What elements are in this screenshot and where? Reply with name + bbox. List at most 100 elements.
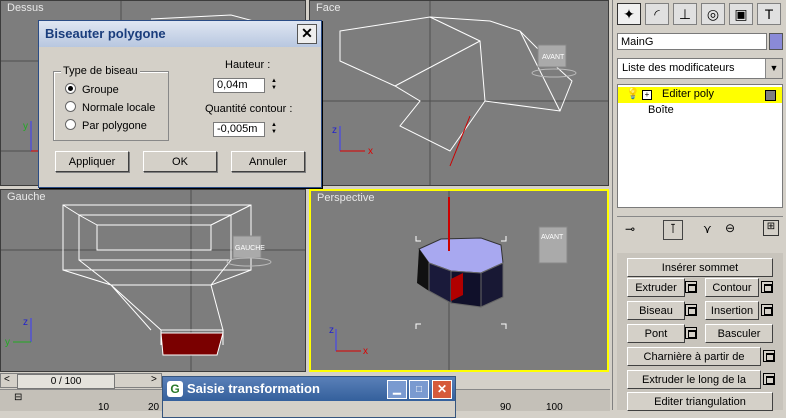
extrude-along-spline-button[interactable]: Extruder le long de la spline [627, 370, 761, 404]
height-label: Hauteur : [225, 59, 271, 71]
bridge-settings-icon[interactable] [685, 327, 697, 339]
time-next-icon[interactable]: > [151, 374, 157, 385]
outline-button[interactable]: Contour [705, 278, 759, 297]
lightbulb-icon[interactable]: 💡 [626, 87, 640, 100]
hinge-settings-icon[interactable] [763, 350, 775, 362]
outline-settings-icon[interactable] [761, 281, 773, 293]
modifier-list-dropdown[interactable]: Liste des modificateurs ▼ [617, 58, 783, 79]
transform-dialog-titlebar[interactable]: G Saisie transformation ▁ □ ✕ [163, 377, 455, 401]
viewport-perspective[interactable]: AVANT z x Perspective [309, 189, 609, 372]
time-prev-icon[interactable]: < [4, 374, 10, 385]
stack-item-boite[interactable]: Boîte [648, 104, 674, 116]
maximize-button[interactable]: □ [409, 380, 429, 399]
hinge-from-edge-button[interactable]: Charnière à partir de l'arête [627, 347, 761, 381]
motion-tab[interactable]: ◎ [701, 3, 725, 25]
configure-icon[interactable]: ⊞ [763, 220, 779, 236]
bridge-button[interactable]: Pont [627, 324, 685, 343]
svg-text:z: z [329, 325, 334, 336]
utilities-tab[interactable]: T [757, 3, 781, 25]
close-icon: ✕ [301, 25, 313, 41]
flip-button[interactable]: Basculer [705, 324, 773, 343]
radio-by-polygon-label: Par polygone [82, 120, 147, 132]
viewport-front[interactable]: AVANT z x Face [309, 0, 609, 186]
viewport-front-canvas: AVANT z x [310, 1, 608, 185]
hierarchy-icon: ⊥ [678, 6, 692, 22]
utilities-icon: T [764, 6, 774, 22]
radio-dot-icon [65, 83, 76, 94]
viewport-label-front: Face [316, 2, 341, 14]
stack-item-editer-poly[interactable]: 💡 + Editer poly [618, 87, 782, 103]
modify-icon: ◜ [654, 6, 660, 22]
modify-tab[interactable]: ◜ [645, 3, 669, 25]
viewcube-left-label: GAUCHE [235, 245, 265, 252]
inset-button[interactable]: Insertion [705, 301, 759, 320]
extrude-spline-settings-icon[interactable] [763, 373, 775, 385]
svg-text:x: x [368, 146, 373, 157]
viewport-label-left: Gauche [7, 191, 46, 203]
frame-counter[interactable]: 0 / 100 [17, 374, 115, 389]
stack-toolbar: ⊸ ⊺ ⋎ ⊖ ⊞ [617, 216, 783, 243]
close-button[interactable]: ✕ [297, 24, 317, 44]
modifier-stack: 💡 + Editer poly Boîte [617, 84, 783, 208]
viewport-left[interactable]: GAUCHE z y Gauche [0, 189, 306, 372]
hierarchy-tab[interactable]: ⊥ [673, 3, 697, 25]
svg-text:z: z [23, 317, 28, 328]
close-icon: ✕ [436, 382, 448, 396]
minimize-icon: ▁ [393, 384, 401, 395]
outline-input[interactable]: -0,005m [213, 122, 265, 137]
ok-button[interactable]: OK [143, 151, 217, 172]
edit-triangulation-button[interactable]: Editer triangulation [627, 392, 773, 411]
bevel-polygon-dialog: Biseauter polygone ✕ Type de biseau Grou… [38, 20, 322, 188]
apply-button[interactable]: Appliquer [55, 151, 129, 172]
create-tab[interactable]: ✦ [617, 3, 641, 25]
bevel-type-group-label: Type de biseau [61, 65, 140, 77]
display-tab[interactable]: ▣ [729, 3, 753, 25]
radio-group[interactable]: Groupe [65, 83, 119, 96]
viewport-perspective-canvas: AVANT z x [329, 191, 568, 370]
cancel-button[interactable]: Annuler [231, 151, 305, 172]
transform-typein-dialog: G Saisie transformation ▁ □ ✕ [162, 376, 456, 418]
create-icon: ✦ [623, 6, 635, 22]
tick-100: 100 [546, 402, 563, 413]
radio-local-normal-label: Normale locale [82, 102, 156, 114]
outline-spinner[interactable]: ▲ ▼ [269, 122, 279, 137]
app-icon: G [167, 381, 183, 397]
stack-item-label: Editer poly [662, 88, 714, 100]
make-unique-icon[interactable]: ⋎ [703, 222, 712, 236]
extrude-button[interactable]: Extruder [627, 278, 685, 297]
height-spinner[interactable]: ▲ ▼ [269, 78, 279, 93]
svg-text:x: x [363, 346, 368, 357]
viewcube-front-label: AVANT [542, 54, 565, 61]
expand-icon[interactable]: + [642, 90, 652, 100]
height-input[interactable]: 0,04m [213, 78, 265, 93]
radio-local-normal[interactable]: Normale locale [65, 101, 155, 114]
stack-toggle-icon[interactable] [765, 90, 776, 101]
show-end-result-icon[interactable]: ⊺ [663, 220, 683, 240]
viewport-left-canvas: GAUCHE z y [1, 190, 305, 371]
svg-text:y: y [5, 337, 10, 348]
bevel-button[interactable]: Biseau [627, 301, 685, 320]
chevron-down-icon[interactable]: ▼ [765, 59, 782, 78]
radio-by-polygon[interactable]: Par polygone [65, 119, 147, 132]
display-icon: ▣ [734, 6, 748, 22]
outline-label: Quantité contour : [205, 103, 293, 115]
timeline-config-icon[interactable]: ⊟ [14, 392, 22, 403]
insert-vertex-button[interactable]: Insérer sommet [627, 258, 773, 277]
bevel-settings-icon[interactable] [685, 304, 697, 316]
tick-10: 10 [98, 402, 110, 413]
time-slider[interactable]: < 0 / 100 > [0, 373, 162, 389]
viewport-label-perspective: Perspective [317, 192, 375, 204]
pin-icon[interactable]: ⊸ [625, 222, 635, 236]
object-color-swatch[interactable] [769, 33, 783, 50]
transform-dialog-title: Saisie transformation [187, 381, 320, 396]
tick-90: 90 [500, 402, 512, 413]
object-name-field[interactable]: MainG [617, 33, 767, 50]
bevel-dialog-titlebar[interactable]: Biseauter polygone ✕ [39, 21, 321, 47]
inset-settings-icon[interactable] [761, 304, 773, 316]
extrude-settings-icon[interactable] [685, 281, 697, 293]
remove-modifier-icon[interactable]: ⊖ [725, 221, 735, 235]
modifier-list-label: Liste des modificateurs [622, 62, 735, 74]
bevel-dialog-title: Biseauter polygone [45, 26, 166, 41]
close-button[interactable]: ✕ [432, 380, 452, 399]
minimize-button[interactable]: ▁ [387, 380, 407, 399]
